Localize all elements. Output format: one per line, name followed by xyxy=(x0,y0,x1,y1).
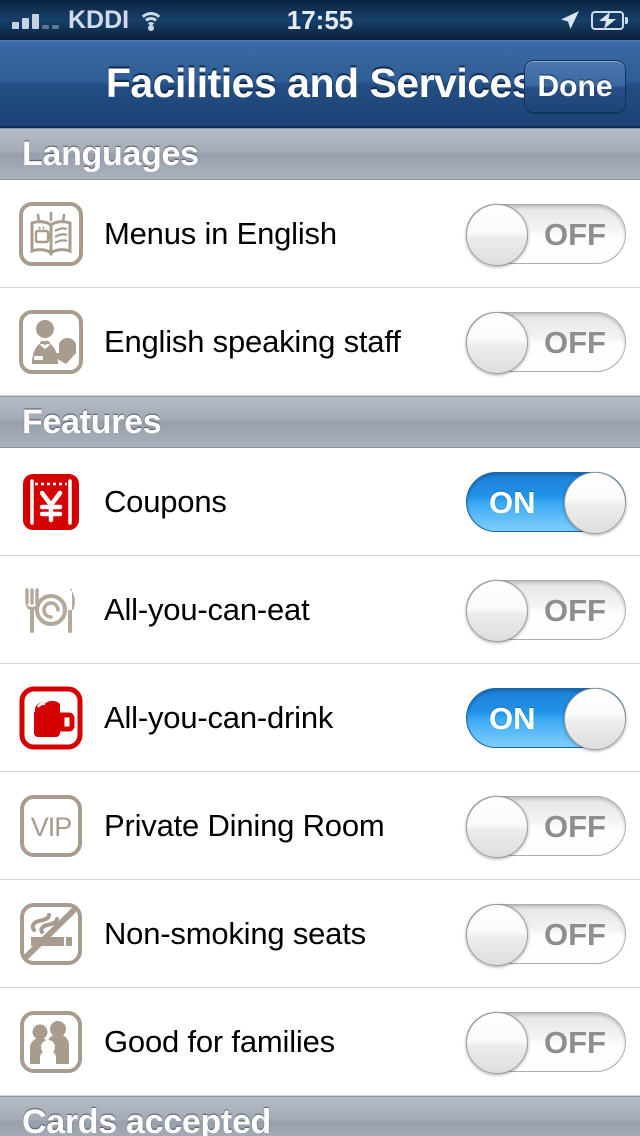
phone-screen: KDDI 17:55 Facilities and Services Done xyxy=(0,0,640,1136)
toggle-english-speaking-staff[interactable]: OFF xyxy=(466,311,626,374)
toggle-all-you-can-drink[interactable]: ON xyxy=(466,687,626,750)
toggle-knob xyxy=(466,579,528,642)
list-item-label: Non-smoking seats xyxy=(104,915,366,951)
navigation-bar: Facilities and Services Done xyxy=(0,40,640,128)
toggle-state-label: OFF xyxy=(544,1024,606,1060)
list-item-english-speaking-staff[interactable]: English speaking staff OFF xyxy=(0,288,640,396)
toggle-state-label: OFF xyxy=(544,216,606,252)
toggle-private-dining-room[interactable]: OFF xyxy=(466,795,626,858)
list-item-label: Menus in English xyxy=(104,215,337,251)
done-button[interactable]: Done xyxy=(524,60,626,113)
menu-book-icon xyxy=(12,198,90,270)
list-item-label: All-you-can-eat xyxy=(104,591,310,627)
toggle-state-label: ON xyxy=(489,484,536,520)
list-item-non-smoking-seats[interactable]: Non-smoking seats OFF xyxy=(0,880,640,988)
done-button-label: Done xyxy=(537,69,613,103)
section-header-label: Features xyxy=(22,402,162,441)
no-smoking-icon xyxy=(12,898,90,970)
list-item-all-you-can-drink[interactable]: All-you-can-drink ON xyxy=(0,664,640,772)
toggle-non-smoking-seats[interactable]: OFF xyxy=(466,903,626,966)
vip-room-icon: VIP xyxy=(12,790,90,862)
toggle-knob xyxy=(564,687,626,750)
toggle-good-for-families[interactable]: OFF xyxy=(466,1011,626,1074)
beer-mug-icon xyxy=(12,682,90,754)
toggle-menus-in-english[interactable]: OFF xyxy=(466,203,626,266)
status-bar: KDDI 17:55 xyxy=(0,0,640,40)
section-header-languages: Languages xyxy=(0,128,640,180)
list-item-all-you-can-eat[interactable]: All-you-can-eat OFF xyxy=(0,556,640,664)
toggle-knob xyxy=(466,203,528,266)
toggle-knob xyxy=(564,471,626,534)
clock-label: 17:55 xyxy=(286,5,354,35)
waiter-staff-icon xyxy=(12,306,90,378)
toggle-knob xyxy=(466,311,528,374)
cutlery-plate-icon xyxy=(12,574,90,646)
list-item-label: Good for families xyxy=(104,1023,335,1059)
section-header-cards-accepted: Cards accepted xyxy=(0,1096,640,1136)
toggle-knob xyxy=(466,903,528,966)
page-title: Facilities and Services xyxy=(105,59,535,106)
toggle-all-you-can-eat[interactable]: OFF xyxy=(466,579,626,642)
toggle-state-label: OFF xyxy=(544,324,606,360)
list-item-menus-in-english[interactable]: Menus in English OFF xyxy=(0,180,640,288)
section-header-label: Languages xyxy=(22,134,199,173)
toggle-state-label: OFF xyxy=(544,916,606,952)
coupon-yen-icon xyxy=(12,466,90,538)
svg-text:VIP: VIP xyxy=(31,812,72,842)
toggle-state-label: ON xyxy=(489,700,536,736)
section-header-features: Features xyxy=(0,396,640,448)
toggle-state-label: OFF xyxy=(544,592,606,628)
list-item-private-dining-room[interactable]: VIP Private Dining Room OFF xyxy=(0,772,640,880)
list-item-coupons[interactable]: Coupons ON xyxy=(0,448,640,556)
list-item-label: Coupons xyxy=(104,483,227,519)
family-icon xyxy=(12,1006,90,1078)
toggle-knob xyxy=(466,795,528,858)
battery-charging-icon xyxy=(591,10,628,30)
toggle-state-label: OFF xyxy=(544,808,606,844)
list-item-label: Private Dining Room xyxy=(104,807,385,843)
list-item-good-for-families[interactable]: Good for families OFF xyxy=(0,988,640,1096)
toggle-coupons[interactable]: ON xyxy=(466,471,626,534)
list-item-label: All-you-can-drink xyxy=(104,699,334,735)
section-header-label: Cards accepted xyxy=(22,1102,272,1136)
toggle-knob xyxy=(466,1011,528,1074)
list-item-label: English speaking staff xyxy=(104,323,401,359)
